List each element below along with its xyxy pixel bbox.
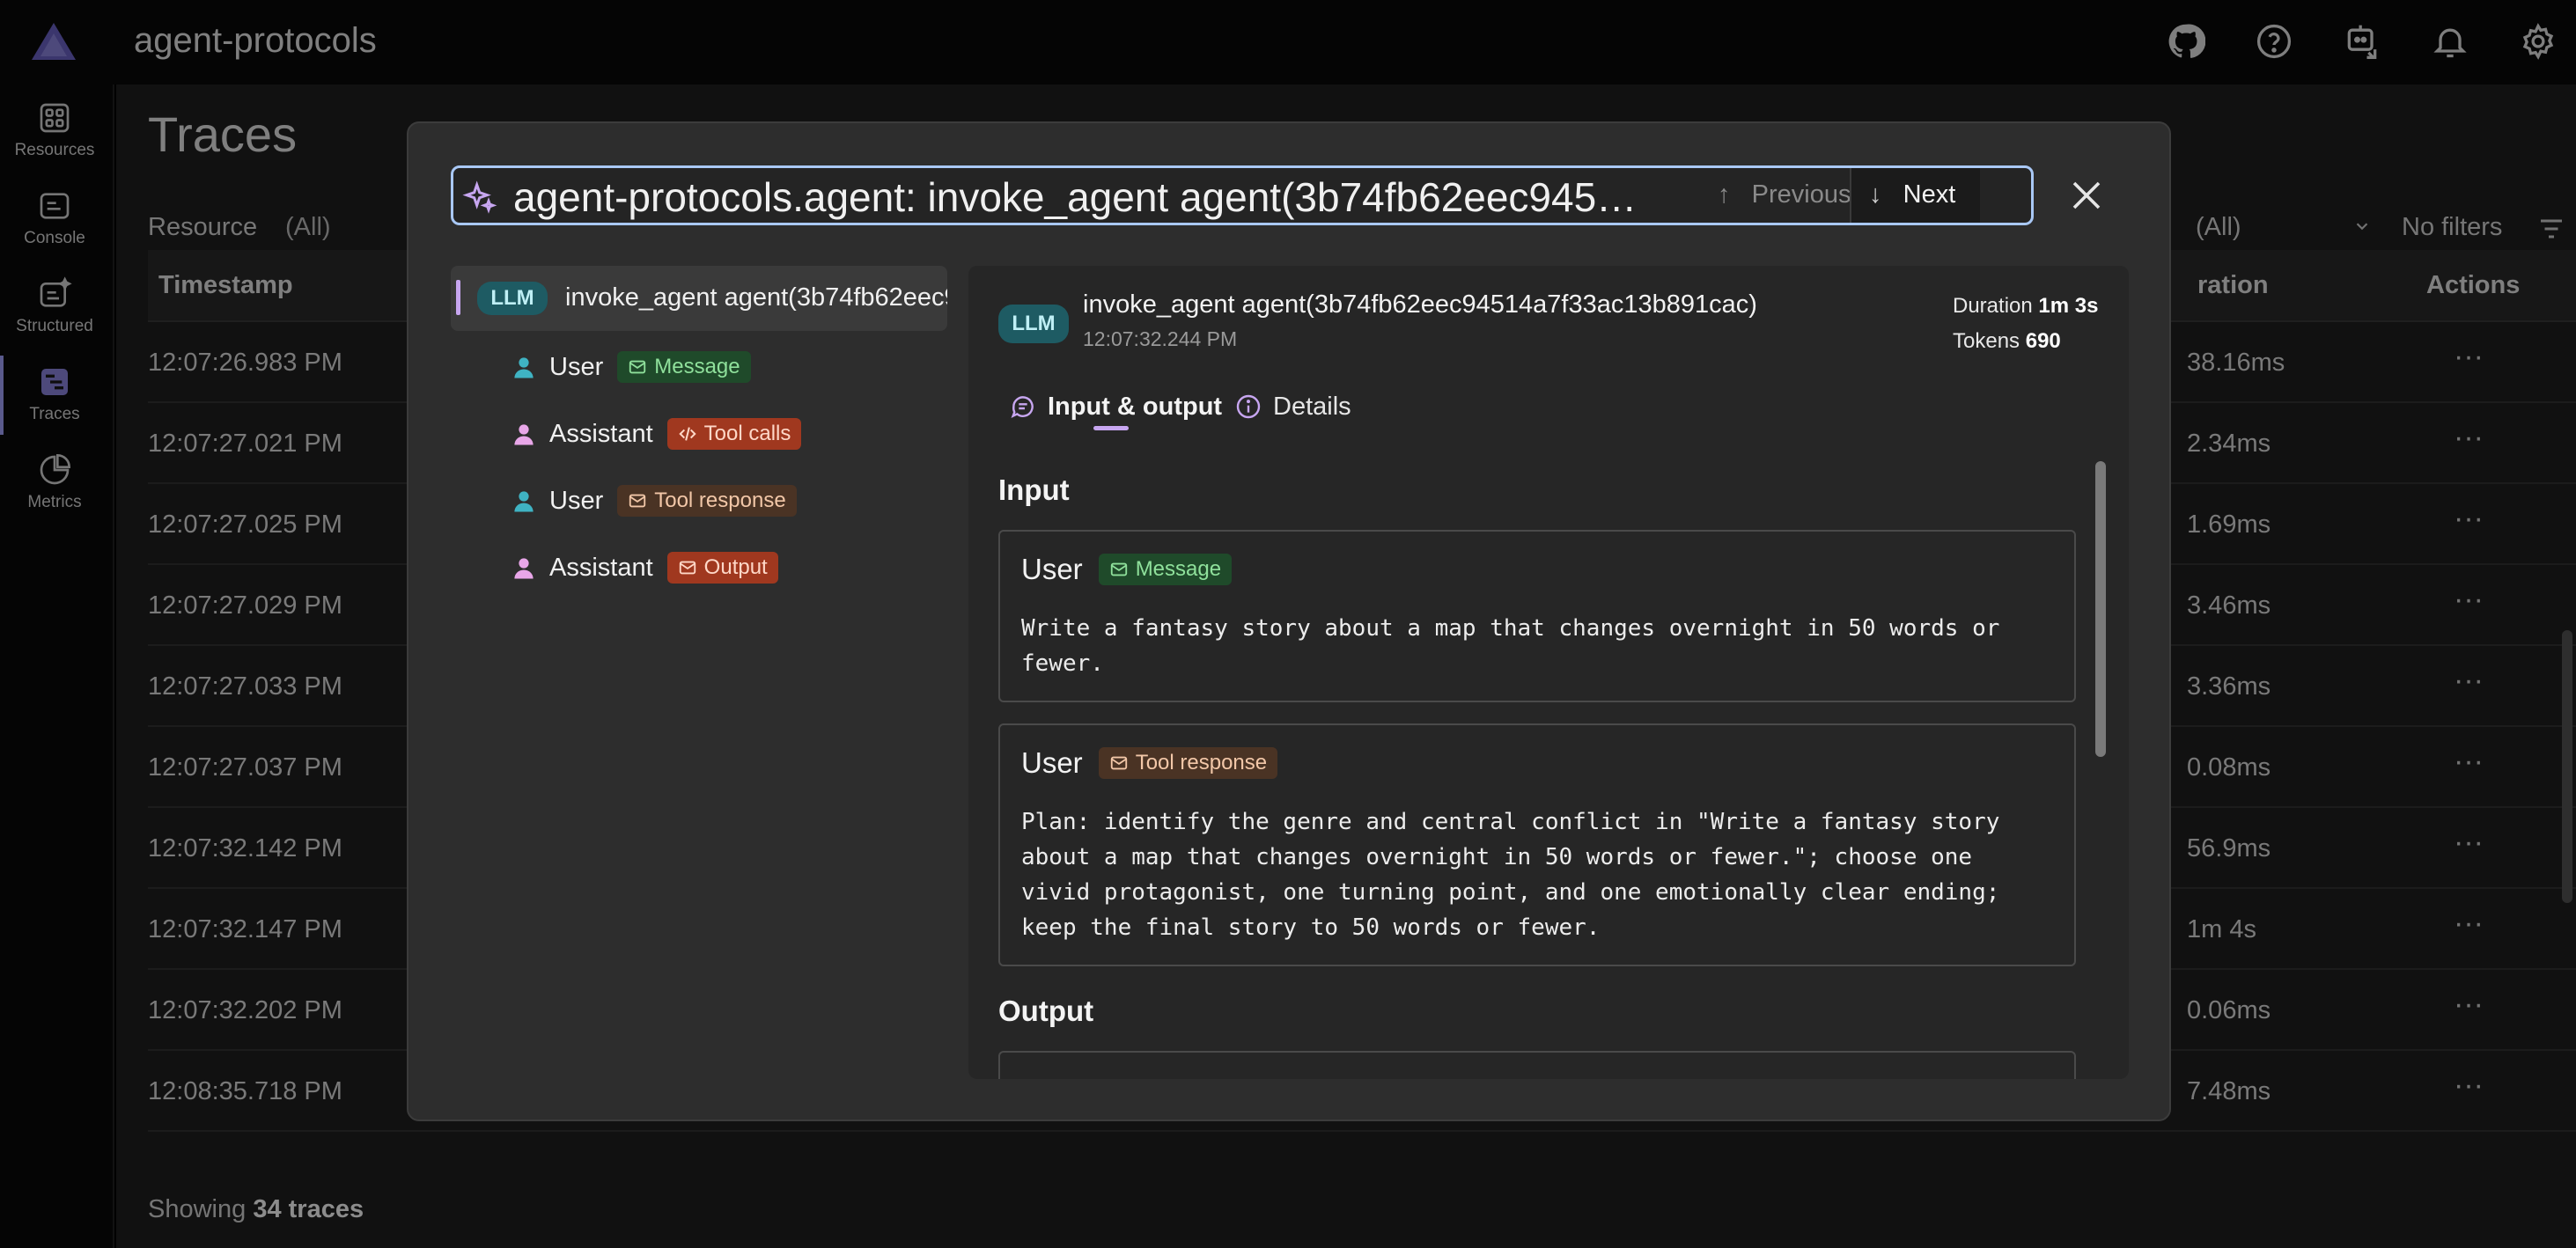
tree-item-assistant-output[interactable]: Assistant Output — [511, 546, 778, 590]
span-detail-panel: LLM invoke_agent agent(3b74fb62eec94514a… — [968, 266, 2129, 1079]
span-timestamp: 12:07:32.244 PM — [1083, 327, 1238, 350]
output-message-card — [998, 1051, 2076, 1079]
span-name: invoke_agent agent(3b74fb62eec94 — [565, 283, 947, 312]
arrow-down-icon: ↓ — [1869, 180, 1882, 209]
message-text: Plan: identify the genre and central con… — [1021, 809, 2000, 941]
tree-item-assistant-tool-calls[interactable]: Assistant Tool calls — [511, 412, 802, 456]
tree-item-role: User — [549, 486, 604, 515]
arrow-up-icon: ↑ — [1718, 180, 1731, 209]
span-search-input[interactable]: agent-protocols.agent: invoke_agent agen… — [451, 165, 2034, 225]
output-tag: Output — [666, 552, 778, 584]
tree-item-user-tool-response[interactable]: User Tool response — [511, 479, 797, 523]
tree-item-user-message[interactable]: User Message — [511, 345, 751, 389]
assistant-icon — [514, 558, 534, 579]
previous-button[interactable]: ↑ Previous — [1718, 180, 1851, 209]
span-tree-root[interactable]: LLM invoke_agent agent(3b74fb62eec94 — [451, 266, 947, 331]
detail-scrollbar[interactable] — [2095, 461, 2106, 757]
active-tab-indicator — [1093, 426, 1129, 430]
output-section-heading: Output — [998, 995, 1094, 1027]
tree-item-role: Assistant — [549, 419, 653, 448]
input-section-heading: Input — [998, 474, 1070, 506]
selected-indicator — [456, 280, 460, 315]
trace-detail-dialog: agent-protocols.agent: invoke_agent agen… — [407, 121, 2171, 1121]
tool-response-tag: Tool response — [617, 485, 797, 517]
code-icon — [678, 427, 696, 441]
tool-response-card: User Tool response Plan: identify the ge… — [998, 723, 2076, 966]
search-query-text[interactable]: agent-protocols.agent: invoke_agent agen… — [513, 173, 1711, 221]
chat-bubble-icon — [1011, 396, 1034, 419]
tree-item-role: User — [549, 352, 604, 381]
duration-meta: Duration 1m 3s — [1953, 294, 2099, 318]
tool-calls-tag: Tool calls — [666, 418, 802, 450]
message-role: User — [1021, 553, 1083, 585]
message-tag: Message — [617, 351, 751, 383]
assistant-icon — [514, 424, 534, 445]
llm-badge: LLM — [998, 305, 1069, 343]
sparkle-icon — [462, 180, 497, 214]
message-role: User — [1021, 746, 1083, 779]
info-icon — [1236, 394, 1261, 419]
tree-item-role: Assistant — [549, 553, 653, 582]
close-icon[interactable] — [2065, 174, 2108, 217]
user-icon — [514, 491, 534, 512]
mail-icon — [1110, 562, 1127, 576]
span-title: invoke_agent agent(3b74fb62eec94514a7f33… — [1083, 290, 1757, 319]
mail-icon — [679, 561, 696, 575]
llm-badge: LLM — [477, 282, 548, 315]
message-tag: Message — [1098, 554, 1233, 585]
next-button[interactable]: ↓ Next — [1850, 168, 1980, 223]
mail-icon — [629, 494, 646, 508]
tool-response-tag: Tool response — [1098, 747, 1278, 779]
user-icon — [514, 357, 534, 378]
mail-icon — [629, 360, 646, 374]
tab-details[interactable]: Details — [1234, 387, 1351, 426]
input-message-card: User Message Write a fantasy story about… — [998, 530, 2076, 702]
message-text: Write a fantasy story about a map that c… — [1021, 615, 2000, 677]
tokens-meta: Tokens 690 — [1953, 329, 2061, 353]
mail-icon — [1110, 756, 1127, 770]
tab-input-output[interactable]: Input & output — [1009, 387, 1222, 426]
